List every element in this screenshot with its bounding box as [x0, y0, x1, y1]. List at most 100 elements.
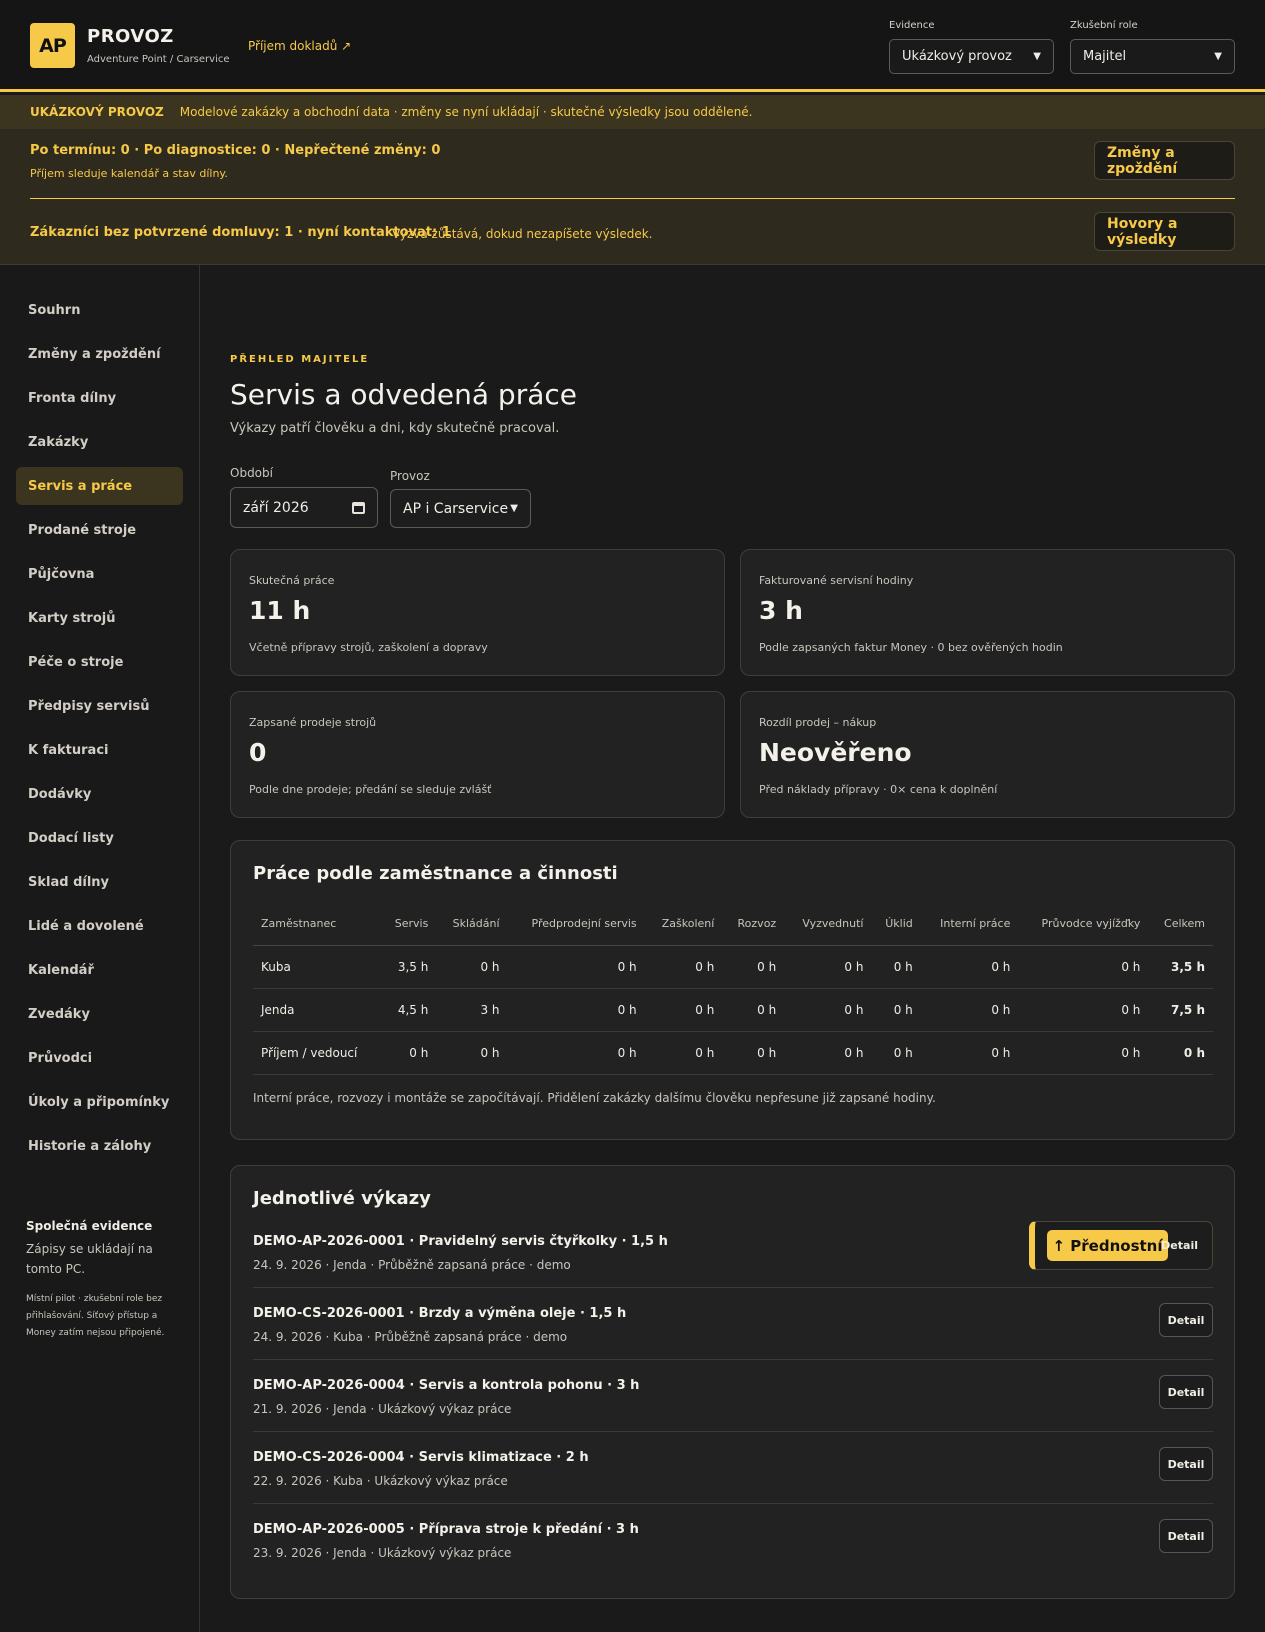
page-eyebrow: PŘEHLED MAJITELE [230, 354, 370, 365]
report-meta: 22. 9. 2026 · Kuba · Ukázkový výkaz prác… [253, 1474, 508, 1488]
overdue-subtext: Příjem sleduje kalendář a stav dílny. [30, 167, 228, 180]
sidebar-item-zvedaky[interactable]: Zvedáky [16, 995, 183, 1033]
table-header-row: Zaměstnanec Servis Skládání Předprodejní… [253, 903, 1213, 946]
detail-button[interactable]: Detail [1159, 1303, 1213, 1337]
chevron-down-icon: ▼ [1033, 51, 1041, 62]
column-header: Interní práce [920, 903, 1019, 946]
sidebar-item-ukoly[interactable]: Úkoly a připomínky [16, 1083, 183, 1121]
work-by-employee-card: Práce podle zaměstnance a činnosti Zaměs… [230, 840, 1235, 1140]
column-header: Skládání [436, 903, 508, 946]
role-select[interactable]: Majitel ▼ [1070, 39, 1235, 74]
report-title: DEMO-CS-2026-0001 · Brzdy a výměna oleje… [253, 1306, 627, 1321]
sidebar-item-pruvodci[interactable]: Průvodci [16, 1039, 183, 1077]
period-value: září 2026 [243, 499, 309, 516]
kpi-label: Zapsané prodeje strojů [249, 716, 377, 729]
customers-subtext: Výzva zůstává, dokud nezapíšete výsledek… [392, 227, 653, 241]
report-item: DEMO-AP-2026-0005 · Příprava stroje k př… [253, 1504, 1213, 1576]
provoz-select-value: AP i Carservice [403, 500, 509, 517]
kpi-value: 11 h [249, 596, 311, 625]
table-cell: 0 h [871, 1031, 921, 1075]
app-title: PROVOZ [87, 26, 174, 47]
sidebar-item-sklad[interactable]: Sklad dílny [16, 863, 183, 901]
table-cell: 0 h [1018, 988, 1149, 1032]
report-meta: 21. 9. 2026 · Jenda · Ukázkový výkaz prá… [253, 1402, 512, 1416]
sidebar-item-prodane[interactable]: Prodané stroje [16, 511, 183, 549]
table-cell: 0 h [920, 1031, 1019, 1075]
sidebar-item-pujcovna[interactable]: Půjčovna [16, 555, 183, 593]
kpi-value: 0 [249, 738, 267, 767]
sidebar-item-fronta[interactable]: Fronta dílny [16, 379, 183, 417]
table-cell: Příjem / vedoucí [253, 1031, 381, 1075]
table-cell: 0 h [722, 945, 785, 989]
sidebar-item-souhrn[interactable]: Souhrn [16, 291, 183, 329]
demo-banner: UKÁZKOVÝ PROVOZ Modelové zakázky a obcho… [0, 95, 1265, 129]
report-item: DEMO-CS-2026-0004 · Servis klimatizace ·… [253, 1432, 1213, 1504]
sidebar-item-dodavky[interactable]: Dodávky [16, 775, 183, 813]
table-cell: 0 h [722, 988, 785, 1032]
sidebar-item-kalendar[interactable]: Kalendář [16, 951, 183, 989]
table-cell: 0 h [507, 1031, 645, 1075]
demo-text: Modelové zakázky a obchodní data · změny… [179, 105, 753, 119]
top-bar: AP PROVOZ Adventure Point / Carservice P… [0, 0, 1265, 92]
column-header: Průvodce vyjížďky [1018, 903, 1149, 946]
main-content: PŘEHLED MAJITELE Servis a odvedená práce… [200, 265, 1265, 1632]
table-cell: 0 h [436, 1031, 508, 1075]
alerts-panel: Po termínu: 0 · Po diagnostice: 0 · Nepř… [0, 129, 1265, 265]
period-input[interactable]: září 2026 [230, 487, 378, 528]
sidebar-item-lide[interactable]: Lidé a dovolené [16, 907, 183, 945]
report-item: DEMO-AP-2026-0004 · Servis a kontrola po… [253, 1360, 1213, 1432]
table-cell: 0 h [1018, 1031, 1149, 1075]
calls-results-button[interactable]: Hovory a výsledky [1094, 212, 1235, 251]
sidebar: Souhrn Změny a zpoždění Fronta dílny Zak… [0, 265, 200, 1632]
table-cell: 0 h [644, 945, 723, 989]
table-cell: Kuba [253, 945, 381, 989]
detail-button[interactable]: Detail [1159, 1375, 1213, 1409]
report-title: DEMO-AP-2026-0005 · Příprava stroje k př… [253, 1522, 639, 1537]
sidebar-item-predpisy[interactable]: Předpisy servisů [16, 687, 183, 725]
detail-button[interactable]: Detail [1159, 1447, 1213, 1481]
sidebar-item-zakazky[interactable]: Zakázky [16, 423, 183, 461]
table-cell: 0 h [871, 945, 921, 989]
table-cell: 0 h [1018, 945, 1149, 989]
detail-button[interactable]: Detail [1161, 1239, 1198, 1252]
sidebar-footer-note: Místní pilot · zkušební role bez přihlaš… [26, 1294, 165, 1338]
table-cell: 0 h [920, 988, 1019, 1032]
page-title: Servis a odvedená práce [230, 378, 577, 411]
kpi-value: 3 h [759, 596, 803, 625]
sidebar-item-karty[interactable]: Karty strojů [16, 599, 183, 637]
sidebar-item-historie[interactable]: Historie a zálohy [16, 1127, 183, 1165]
column-header: Úklid [871, 903, 921, 946]
page-lead: Výkazy patří člověku a dni, kdy skutečně… [230, 421, 560, 436]
sidebar-item-servis[interactable]: Servis a práce [16, 467, 183, 505]
table-cell: 0 h [507, 988, 645, 1032]
calendar-icon[interactable] [352, 501, 365, 514]
kpi-note: Podle dne prodeje; předání se sleduje zv… [249, 783, 492, 796]
report-title: DEMO-CS-2026-0004 · Servis klimatizace ·… [253, 1450, 589, 1465]
column-header: Servis [380, 903, 437, 946]
evidence-select[interactable]: Ukázkový provoz ▼ [889, 39, 1054, 74]
detail-button[interactable]: Detail [1159, 1519, 1213, 1553]
report-meta: 24. 9. 2026 · Kuba · Průběžně zapsaná pr… [253, 1330, 568, 1344]
priority-button[interactable]: ↑ Přednostní [1047, 1230, 1168, 1261]
table-cell: 0 h [784, 988, 872, 1032]
table-cell-total: 0 h [1148, 1031, 1213, 1075]
work-table: Zaměstnanec Servis Skládání Předprodejní… [253, 903, 1213, 1075]
sidebar-item-dodaci-listy[interactable]: Dodací listy [16, 819, 183, 857]
document-intake-link[interactable]: Příjem dokladů ↗ [248, 39, 351, 53]
kpi-note: Podle zapsaných faktur Money · 0 bez ově… [759, 641, 1063, 654]
priority-action: ↑ Přednostní Detail [1029, 1221, 1213, 1270]
table-cell: 0 h [920, 945, 1019, 989]
table-row: Kuba 3,5 h 0 h 0 h 0 h 0 h 0 h 0 h 0 h 0… [253, 945, 1213, 989]
overdue-summary: Po termínu: 0 · Po diagnostice: 0 · Nepř… [30, 143, 441, 158]
provoz-select[interactable]: AP i Carservice ▼ [390, 489, 531, 528]
kpi-note: Včetně přípravy strojů, zaškolení a dopr… [249, 641, 488, 654]
report-meta: 24. 9. 2026 · Jenda · Průběžně zapsaná p… [253, 1258, 571, 1272]
sidebar-item-pece[interactable]: Péče o stroje [16, 643, 183, 681]
table-row: Jenda 4,5 h 3 h 0 h 0 h 0 h 0 h 0 h 0 h … [253, 988, 1213, 1032]
changes-delays-button[interactable]: Změny a zpoždění [1094, 141, 1235, 180]
sidebar-item-zmeny[interactable]: Změny a zpoždění [16, 335, 183, 373]
table-cell: 0 h [722, 1031, 785, 1075]
app-logo: AP [30, 23, 75, 68]
sidebar-item-fakturaci[interactable]: K fakturaci [16, 731, 183, 769]
kpi-card-actual-work: Skutečná práce 11 h Včetně přípravy stro… [230, 549, 725, 676]
